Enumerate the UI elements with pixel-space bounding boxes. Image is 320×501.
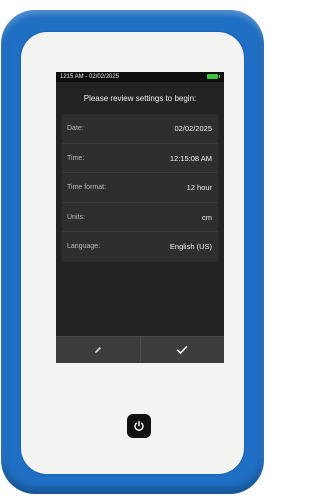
setting-row-language[interactable]: Language: English (US) <box>62 232 218 262</box>
status-datetime: 1215 AM - 02/02/2025 <box>60 74 120 80</box>
action-bar <box>56 336 224 363</box>
setting-label: Time: <box>67 154 85 162</box>
setting-value: cm <box>202 212 212 222</box>
review-prompt: Please review settings to begin: <box>83 94 197 103</box>
setting-row-units[interactable]: Units: cm <box>62 203 218 233</box>
setting-row-date[interactable]: Date: 02/02/2025 <box>62 114 218 144</box>
checkmark-icon <box>176 346 188 354</box>
pencil-icon <box>94 347 101 353</box>
edit-button[interactable] <box>56 337 140 363</box>
power-button[interactable] <box>127 414 151 438</box>
setting-label: Language: <box>67 243 101 251</box>
battery-icon <box>207 74 220 79</box>
setting-row-time-format[interactable]: Time format: 12 hour <box>62 173 218 203</box>
confirm-button[interactable] <box>139 337 225 363</box>
settings-list: Date: 02/02/2025 Time: 12:15:08 AM Time … <box>62 114 218 262</box>
power-icon <box>134 420 144 431</box>
setting-value: 12:15:08 AM <box>169 153 212 163</box>
touchscreen: 1215 AM - 02/02/2025 Please review setti… <box>56 72 224 363</box>
setting-value: English (US) <box>169 242 212 252</box>
setting-row-time[interactable]: Time: 12:15:08 AM <box>62 144 218 174</box>
setting-label: Units: <box>67 213 85 221</box>
setting-value: 02/02/2025 <box>174 124 212 133</box>
setting-value: 12 hour <box>186 183 212 193</box>
setting-label: Time format: <box>67 184 107 192</box>
setting-label: Date: <box>67 125 84 132</box>
status-bar: 1215 AM - 02/02/2025 <box>56 72 224 82</box>
